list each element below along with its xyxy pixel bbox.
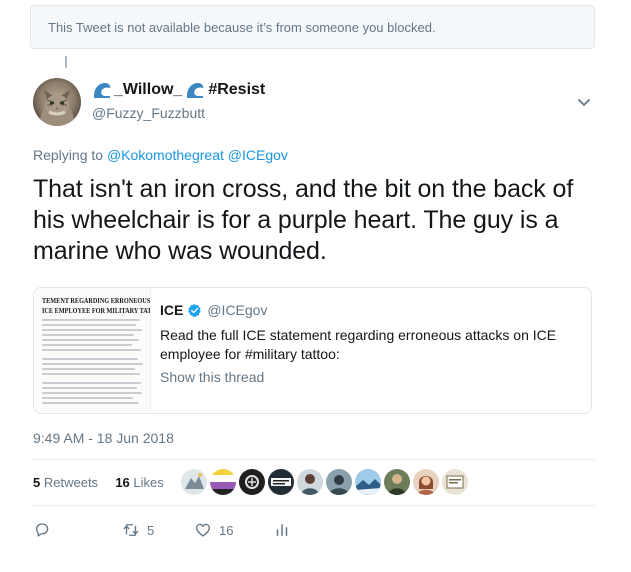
divider [33, 459, 595, 460]
retweets-label: Retweets [43, 475, 99, 490]
verified-badge-icon [188, 303, 202, 317]
liker-avatar[interactable] [239, 469, 265, 495]
like-count: 16 [219, 522, 234, 538]
tweet-stats: 5 Retweets 16 Likes [33, 475, 164, 490]
liker-avatars [181, 469, 471, 495]
replying-prefix: Replying to [33, 147, 107, 163]
likes-count: 16 [115, 475, 130, 490]
liker-avatar[interactable] [442, 469, 468, 495]
liker-avatar[interactable] [210, 469, 236, 495]
retweet-icon [123, 524, 139, 536]
quoted-tweet-image[interactable]: TEMENT REGARDING ERRONEOUS A ICE EMPLOYE… [34, 288, 151, 413]
author-display-name[interactable]: _Willow_ #Resist [92, 80, 265, 100]
retweets-stat[interactable]: 5 Retweets [33, 475, 98, 490]
water-wave-icon [187, 83, 204, 98]
retweet-count: 5 [147, 522, 155, 538]
likes-label: Likes [133, 475, 164, 490]
blocked-tweet-notice: This Tweet is not available because it’s… [30, 5, 595, 49]
liker-avatar[interactable] [413, 469, 439, 495]
liker-avatar[interactable] [181, 469, 207, 495]
tweet-timestamp[interactable]: 9:49 AM - 18 Jun 2018 [33, 430, 174, 446]
heart-icon [195, 523, 211, 537]
reply-icon [36, 523, 49, 537]
quoted-author-handle: @ICEgov [207, 302, 268, 318]
likes-stat[interactable]: 16 Likes [115, 475, 163, 490]
liker-avatar[interactable] [268, 469, 294, 495]
thread-connector-line [65, 56, 67, 68]
image-heading-line: TEMENT REGARDING ERRONEOUS A [42, 296, 151, 305]
image-heading-line: ICE EMPLOYEE FOR MILITARY TATT [42, 306, 151, 315]
liker-avatar[interactable] [384, 469, 410, 495]
mention-link[interactable]: @ICEgov [228, 147, 288, 163]
show-thread-link[interactable]: Show this thread [160, 369, 264, 385]
retweets-count: 5 [33, 475, 41, 490]
quoted-tweet-header: ICE @ICEgov [160, 302, 267, 318]
quoted-tweet-text: Read the full ICE statement regarding er… [160, 327, 557, 362]
analytics-button[interactable] [273, 521, 291, 539]
reply-button[interactable] [33, 521, 51, 539]
author-handle[interactable]: @Fuzzy_Fuzzbutt [92, 105, 205, 121]
quoted-author-name: ICE [160, 302, 184, 318]
liker-avatar[interactable] [297, 469, 323, 495]
replying-to-line: Replying to @Kokomothegreat @ICEgov [33, 147, 288, 163]
like-button[interactable]: 16 [194, 521, 233, 539]
tweet-text: That isn't an iron cross, and the bit on… [33, 175, 574, 265]
retweet-button[interactable]: 5 [122, 521, 154, 539]
analytics-icon [276, 524, 288, 536]
water-wave-icon [94, 83, 111, 98]
author-name-part2: #Resist [208, 81, 266, 98]
divider [33, 505, 595, 506]
chevron-down-icon[interactable] [576, 94, 592, 110]
liker-avatar[interactable] [326, 469, 352, 495]
author-name-part1: _Willow_ [114, 81, 183, 98]
liker-avatar[interactable] [355, 469, 381, 495]
blocked-notice-text: This Tweet is not available because it’s… [48, 20, 436, 35]
quoted-tweet-card[interactable]: TEMENT REGARDING ERRONEOUS A ICE EMPLOYE… [33, 287, 592, 414]
mention-link[interactable]: @Kokomothegreat [107, 147, 224, 163]
author-avatar[interactable] [33, 78, 81, 126]
